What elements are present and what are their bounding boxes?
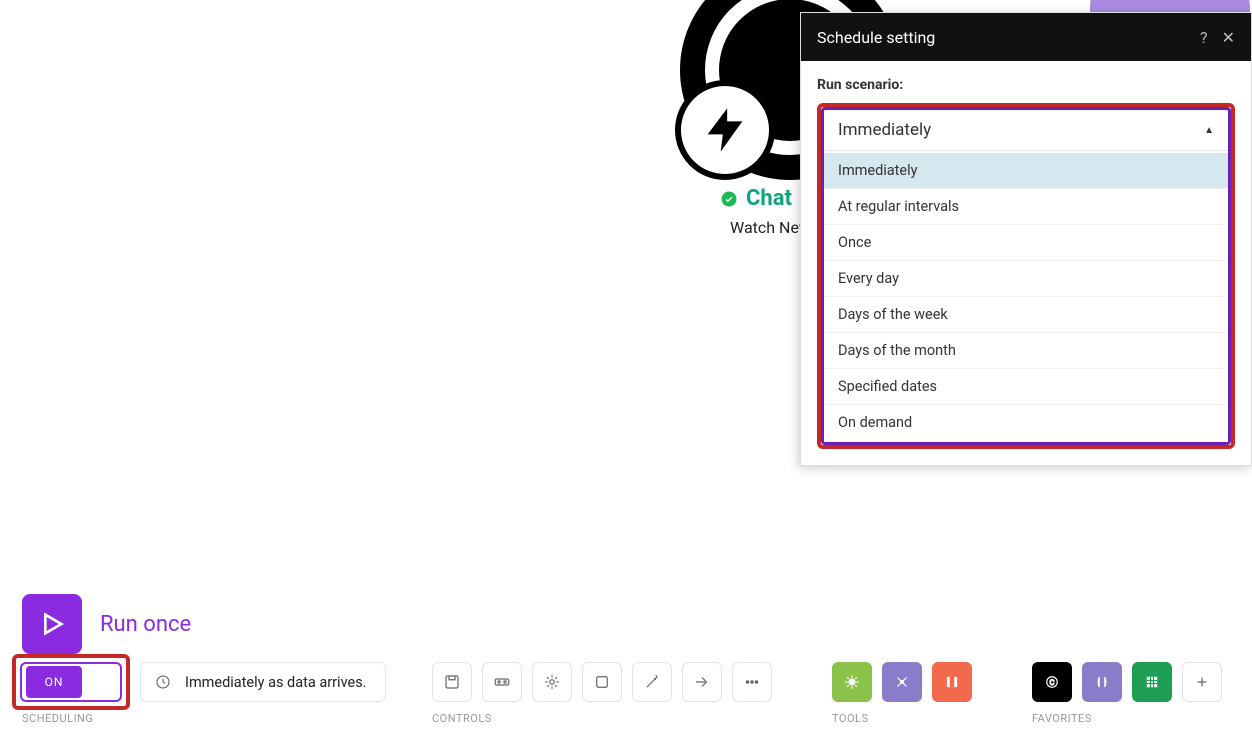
option-once[interactable]: Once [824, 225, 1228, 261]
caret-up-icon: ▲ [1204, 125, 1214, 136]
help-icon[interactable]: ? [1200, 28, 1208, 47]
scenario-name: Chat [746, 186, 792, 211]
close-icon[interactable]: ✕ [1222, 28, 1235, 47]
section-scheduling-label: SCHEDULING [22, 712, 93, 725]
scheduling-toggle-highlight: ON [12, 654, 130, 710]
schedule-hint[interactable]: Immediately as data arrives. [140, 662, 386, 702]
run-scenario-label: Run scenario: [817, 77, 1235, 93]
check-icon [720, 190, 738, 208]
clock-icon [155, 674, 171, 690]
section-controls-label: CONTROLS [432, 712, 492, 725]
favorite-2-button[interactable] [1082, 662, 1122, 702]
section-tools-label: TOOLS [832, 712, 869, 725]
favorite-3-button[interactable] [1132, 662, 1172, 702]
option-days-of-month[interactable]: Days of the month [824, 333, 1228, 369]
dialog-title: Schedule setting [817, 28, 935, 47]
favorite-1-button[interactable]: C [1032, 662, 1072, 702]
toggle-on-label: ON [26, 666, 82, 698]
option-on-demand[interactable]: On demand [824, 405, 1228, 440]
option-immediately[interactable]: Immediately [824, 153, 1228, 189]
scheduling-toggle[interactable]: ON [20, 662, 122, 702]
control-save-button[interactable] [432, 662, 472, 702]
control-more-button[interactable] [732, 662, 772, 702]
option-at-regular-intervals[interactable]: At regular intervals [824, 189, 1228, 225]
control-settings-button[interactable] [482, 662, 522, 702]
tool-gear-button[interactable] [832, 662, 872, 702]
option-every-day[interactable]: Every day [824, 261, 1228, 297]
run-scenario-select[interactable]: Immediately ▲ [824, 110, 1228, 150]
run-scenario-options: Immediately At regular intervals Once Ev… [824, 150, 1228, 442]
run-scenario-selected: Immediately [838, 120, 931, 140]
tool-branch-button[interactable] [882, 662, 922, 702]
control-gear-button[interactable] [532, 662, 572, 702]
option-specified-dates[interactable]: Specified dates [824, 369, 1228, 405]
svg-text:C: C [1050, 678, 1055, 687]
control-note-button[interactable] [582, 662, 622, 702]
trigger-badge-icon [675, 80, 775, 180]
run-scenario-dropdown-highlight: Immediately ▲ Immediately At regular int… [817, 103, 1235, 449]
scenario-title: Chat [720, 186, 792, 211]
schedule-dialog: Schedule setting ? ✕ Run scenario: Immed… [800, 12, 1252, 466]
scenario-subtitle: Watch New [730, 218, 811, 237]
control-wand-button[interactable] [632, 662, 672, 702]
control-export-button[interactable] [682, 662, 722, 702]
section-favorites-label: FAVORITES [1032, 712, 1092, 725]
favorite-add-button[interactable] [1182, 662, 1222, 702]
tool-brackets-button[interactable] [932, 662, 972, 702]
run-once-button[interactable] [22, 594, 82, 654]
run-once-label: Run once [100, 612, 191, 637]
schedule-hint-text: Immediately as data arrives. [185, 674, 367, 691]
dialog-header: Schedule setting ? ✕ [801, 13, 1251, 61]
option-days-of-week[interactable]: Days of the week [824, 297, 1228, 333]
